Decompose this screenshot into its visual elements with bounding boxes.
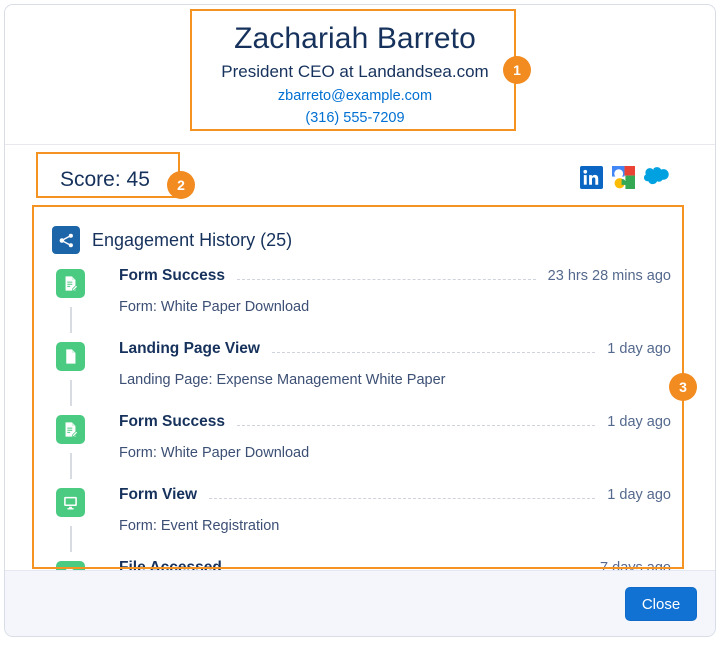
event-type: Form View [119, 486, 198, 503]
event-time: 1 day ago [607, 341, 671, 357]
event-time: 23 hrs 28 mins ago [547, 268, 671, 284]
event-time: 1 day ago [607, 487, 671, 503]
form-success-icon [56, 269, 85, 298]
engagement-history-modal: Zachariah Barreto President CEO at Landa… [4, 4, 716, 637]
list-item[interactable]: Landing Page View 1 day ago Landing Page… [39, 340, 687, 413]
leader-line [236, 424, 596, 426]
contact-email-link[interactable]: zbarreto@example.com [193, 85, 517, 107]
leader-line [271, 351, 596, 353]
list-item[interactable]: Form View 1 day ago Form: Event Registra… [39, 486, 687, 559]
engagement-timeline: Form Success 23 hrs 28 mins ago Form: Wh… [39, 257, 687, 572]
list-item[interactable]: Form Success 1 day ago Form: White Paper… [39, 413, 687, 486]
share-network-icon [52, 226, 80, 254]
leader-line [236, 278, 536, 280]
contact-job-title: President CEO at Landandsea.com [221, 62, 489, 81]
event-detail: Form: White Paper Download [119, 445, 310, 461]
salesforce-cloud-icon[interactable] [644, 166, 669, 189]
event-type: Landing Page View [119, 340, 260, 357]
social-icon-group [580, 166, 669, 189]
timeline-connector [70, 453, 72, 479]
score-label: Score: 45 [60, 168, 150, 191]
page-icon [56, 342, 85, 371]
close-button[interactable]: Close [625, 587, 697, 621]
event-time: 1 day ago [607, 414, 671, 430]
engagement-history-title: Engagement History (25) [92, 229, 293, 250]
page-title: Zachariah Barreto [234, 22, 476, 55]
event-type: Form Success [119, 267, 225, 284]
contact-phone-link[interactable]: (316) 555-7209 [193, 107, 517, 129]
modal-header: Zachariah Barreto President CEO at Landa… [5, 5, 715, 145]
event-detail: Form: White Paper Download [119, 299, 310, 315]
linkedin-icon[interactable] [580, 166, 603, 189]
form-success-icon [56, 415, 85, 444]
event-type: Form Success [119, 413, 225, 430]
score-box: Score: 45 [43, 158, 183, 202]
timeline-connector [70, 380, 72, 406]
engagement-history-header: Engagement History (25) [39, 212, 687, 257]
leader-line [209, 497, 596, 499]
event-detail: Form: Event Registration [119, 518, 280, 534]
score-row: Score: 45 [5, 146, 715, 210]
monitor-icon [56, 488, 85, 517]
google-icon[interactable] [612, 166, 635, 189]
modal-footer: Close [5, 570, 715, 636]
timeline-connector [70, 307, 72, 333]
timeline-connector [70, 526, 72, 552]
screenshot-root: Zachariah Barreto President CEO at Landa… [0, 0, 720, 649]
event-detail: Landing Page: Expense Management White P… [119, 372, 446, 388]
list-item[interactable]: Form Success 23 hrs 28 mins ago Form: Wh… [39, 267, 687, 340]
contact-identity-block: Zachariah Barreto President CEO at Landa… [193, 12, 517, 132]
engagement-history-panel: Engagement History (25) Form Success 23 … [39, 212, 687, 572]
